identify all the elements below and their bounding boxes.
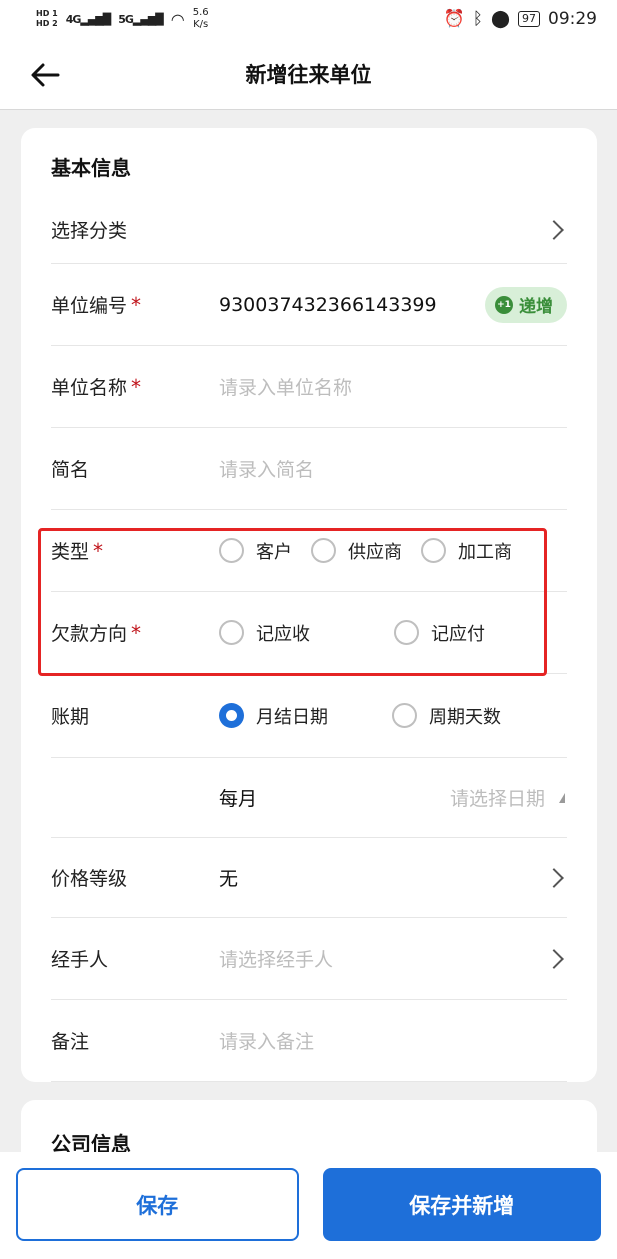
period-row: 账期 月结日期 周期天数	[51, 674, 567, 758]
save-and-new-button[interactable]: 保存并新增	[322, 1168, 601, 1241]
plus-one-icon: +1	[495, 295, 513, 314]
chevron-right-icon	[544, 867, 564, 888]
name-label: 单位名称	[51, 377, 128, 399]
radio-icon	[219, 620, 244, 645]
hd-indicator: HD 1 HD 2	[36, 9, 58, 29]
type-option-customer[interactable]: 客户	[219, 538, 311, 564]
page-title: 新增往来单位	[245, 62, 372, 87]
short-name-row: 简名 请录入简名	[51, 428, 567, 510]
bluetooth-icon: ᛒ	[472, 9, 483, 29]
radio-icon	[311, 538, 336, 563]
period-option-cycle-days[interactable]: 周期天数	[392, 703, 501, 729]
required-mark: *	[131, 292, 142, 317]
type-option-processor[interactable]: 加工商	[421, 538, 512, 564]
bottom-action-bar: 保存 保存并新增	[0, 1152, 617, 1259]
code-row: 单位编号 * 930037432366143399 +1 递增	[51, 264, 567, 346]
signal-4g-icon: 4G▂▄▆█	[65, 12, 112, 26]
status-bar: HD 1 HD 2 4G▂▄▆█ 5G▂▄▆█ ◠ 5.6 K/s ⏰ ᛒ ⬤ …	[0, 0, 617, 38]
code-input[interactable]: 930037432366143399	[219, 294, 485, 316]
name-input[interactable]: 请录入单位名称	[219, 373, 567, 400]
remark-input[interactable]: 请录入备注	[219, 1027, 567, 1054]
increment-label: 递增	[519, 297, 553, 317]
debt-option-payable[interactable]: 记应付	[394, 620, 485, 646]
radio-icon	[394, 620, 419, 645]
radio-icon	[421, 538, 446, 563]
radio-icon	[392, 703, 417, 728]
remark-row: 备注 请录入备注	[51, 1000, 567, 1082]
debt-direction-radio-group: 记应收 记应付	[219, 620, 567, 646]
debt-direction-row: 欠款方向 * 记应收 记应付	[51, 592, 567, 674]
back-arrow-icon[interactable]	[28, 58, 62, 92]
period-option-monthly[interactable]: 月结日期	[219, 703, 392, 729]
debt-option-receivable[interactable]: 记应收	[219, 620, 394, 646]
type-radio-group: 客户 供应商 加工商	[219, 538, 567, 564]
required-mark: *	[131, 374, 142, 399]
required-mark: *	[93, 538, 104, 563]
remark-label: 备注	[51, 1031, 90, 1053]
save-button[interactable]: 保存	[16, 1168, 299, 1241]
alarm-icon: ⏰	[443, 9, 465, 29]
category-row[interactable]: 选择分类	[51, 196, 567, 264]
required-mark: *	[131, 620, 142, 645]
radio-icon	[219, 538, 244, 563]
short-name-input[interactable]: 请录入简名	[219, 455, 567, 482]
chevron-right-icon	[544, 219, 564, 240]
increment-button[interactable]: +1 递增	[485, 286, 567, 323]
monthly-label: 每月	[219, 788, 258, 810]
hd1-label: HD 1	[36, 9, 58, 18]
handler-label: 经手人	[51, 949, 109, 971]
type-option-supplier[interactable]: 供应商	[311, 538, 421, 564]
type-row: 类型 * 客户 供应商 加工商	[51, 510, 567, 592]
section-title-basic: 基本信息	[51, 156, 131, 180]
page-header: 新增往来单位	[0, 38, 617, 110]
price-level-value: 无	[219, 868, 239, 890]
monthly-row: 每月 请选择日期	[51, 758, 567, 838]
date-select[interactable]: 请选择日期	[419, 784, 545, 811]
short-name-label: 简名	[51, 459, 90, 481]
debt-direction-label: 欠款方向	[51, 623, 128, 645]
wifi-icon: ◠	[170, 9, 185, 29]
location-icon: ⬤	[490, 9, 510, 29]
period-label: 账期	[51, 706, 90, 728]
category-label: 选择分类	[51, 220, 128, 242]
radio-checked-icon	[219, 703, 244, 728]
basic-info-card: 基本信息 选择分类 单位编号 * 930037432366143399 +1 递增…	[21, 128, 597, 1082]
network-speed: 5.6 K/s	[192, 7, 209, 30]
clock-time: 09:29	[548, 9, 597, 29]
dropdown-triangle-icon	[559, 792, 565, 803]
battery-icon: 97	[518, 11, 540, 27]
type-label: 类型	[51, 541, 90, 563]
price-level-label: 价格等级	[51, 868, 128, 890]
code-label: 单位编号	[51, 295, 128, 317]
handler-select[interactable]: 请选择经手人	[219, 945, 547, 972]
period-radio-group: 月结日期 周期天数	[219, 703, 567, 729]
handler-row[interactable]: 经手人 请选择经手人	[51, 918, 567, 1000]
signal-5g-icon: 5G▂▄▆█	[118, 12, 164, 26]
chevron-right-icon	[544, 948, 564, 969]
name-row: 单位名称 * 请录入单位名称	[51, 346, 567, 428]
hd2-label: HD 2	[36, 19, 58, 28]
price-level-row[interactable]: 价格等级 无	[51, 838, 567, 918]
